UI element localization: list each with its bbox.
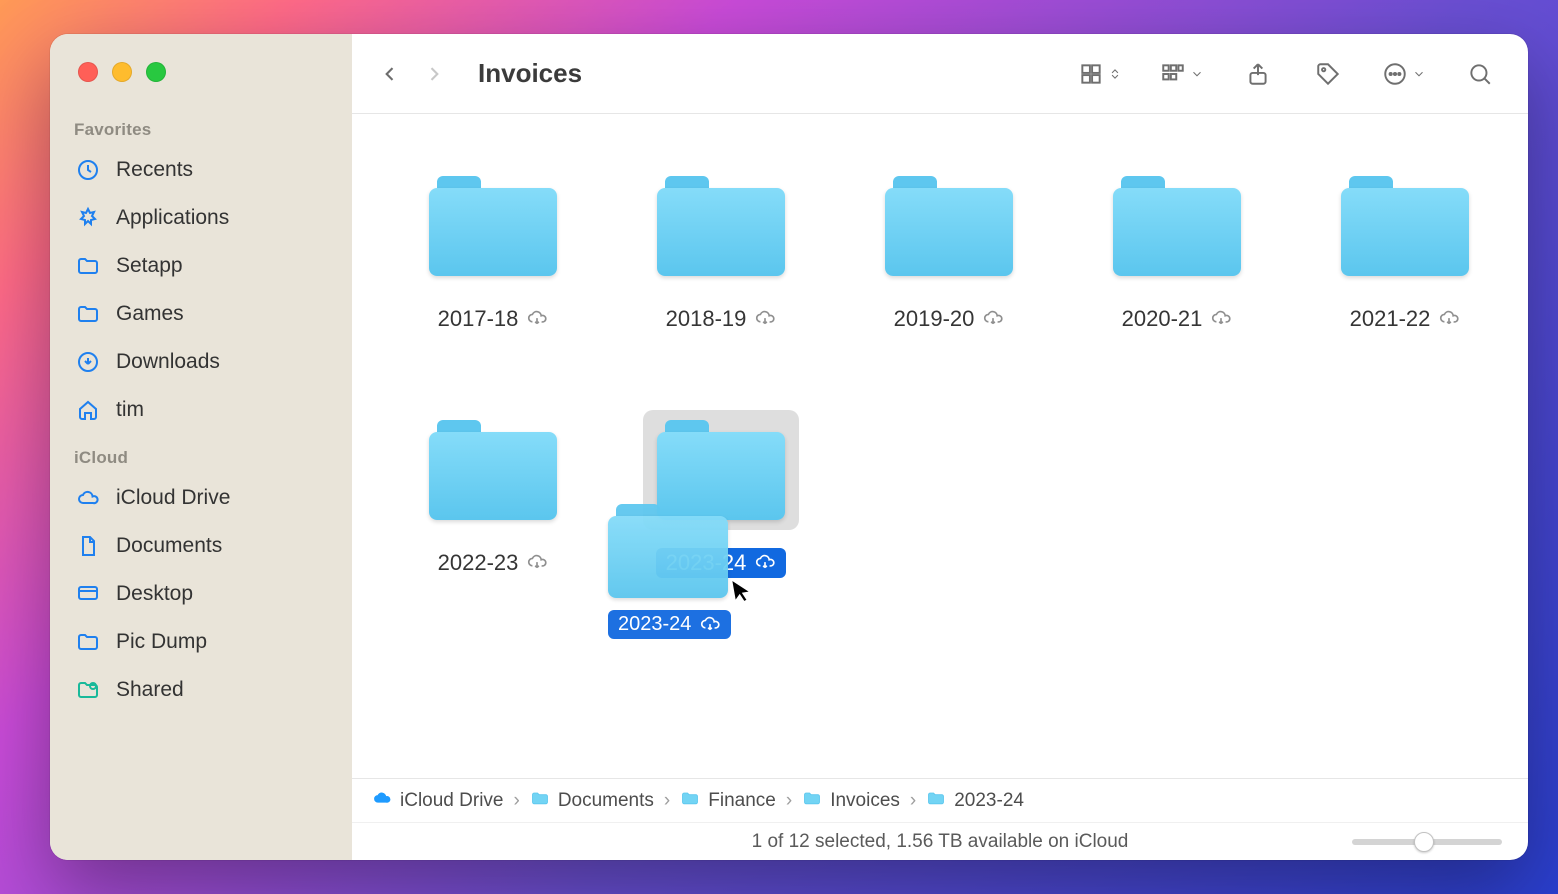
folder-item[interactable]: 2019-20 [864, 166, 1034, 334]
folder-label: 2021-22 [1340, 304, 1471, 334]
folder-item[interactable]: 2018-19 [636, 166, 806, 334]
path-crumb[interactable]: iCloud Drive [372, 788, 503, 814]
folder-label: 2023-24 [656, 548, 787, 578]
cloud-download-icon [754, 308, 776, 330]
sidebar-item-recents[interactable]: Recents [50, 146, 352, 194]
desktop-icon [74, 580, 102, 608]
download-icon [74, 348, 102, 376]
path-crumb[interactable]: Invoices [802, 788, 900, 814]
clock-icon [74, 156, 102, 184]
folder-label: 2020-21 [1112, 304, 1243, 334]
sidebar-item-label: Pic Dump [116, 630, 207, 654]
sidebar-section-favorites: Favorites [50, 106, 352, 146]
sidebar-item-desktop[interactable]: Desktop [50, 570, 352, 618]
sidebar-item-label: Setapp [116, 254, 183, 278]
folder-item[interactable]: 2022-23 [408, 410, 578, 578]
path-crumb[interactable]: Finance [680, 788, 776, 814]
folder-item[interactable]: 2021-22 [1320, 166, 1490, 334]
cloud-icon [74, 484, 102, 512]
sidebar-item-label: Documents [116, 534, 222, 558]
folder-icon [926, 788, 946, 814]
cloud-download-icon [982, 308, 1004, 330]
status-text: 1 of 12 selected, 1.56 TB available on i… [752, 831, 1129, 853]
tags-button[interactable] [1306, 52, 1350, 96]
folder-label: 2017-18 [428, 304, 559, 334]
folder-label: 2019-20 [884, 304, 1015, 334]
document-icon [74, 532, 102, 560]
path-crumb[interactable]: Documents [530, 788, 654, 814]
folder-icon [74, 252, 102, 280]
main-area: Invoices [352, 34, 1528, 860]
sidebar-item-setapp[interactable]: Setapp [50, 242, 352, 290]
cloud-download-icon [754, 552, 776, 574]
path-bar: iCloud Drive › Documents › Finance › Invoices ›… [352, 778, 1528, 822]
cloud-download-icon [1210, 308, 1232, 330]
forward-button[interactable] [414, 54, 454, 94]
back-button[interactable] [370, 54, 410, 94]
sidebar-item-icloud-drive[interactable]: iCloud Drive [50, 474, 352, 522]
path-separator: › [511, 790, 521, 812]
zoom-window-button[interactable] [146, 62, 166, 82]
cloud-download-icon [1438, 308, 1460, 330]
folder-item[interactable]: 2020-21 [1092, 166, 1262, 334]
sidebar-item-downloads[interactable]: Downloads [50, 338, 352, 386]
path-separator: › [908, 790, 918, 812]
sidebar-item-applications[interactable]: Applications [50, 194, 352, 242]
applications-icon [74, 204, 102, 232]
sidebar-item-pic-dump[interactable]: Pic Dump [50, 618, 352, 666]
sidebar-item-games[interactable]: Games [50, 290, 352, 338]
sidebar-item-documents[interactable]: Documents [50, 522, 352, 570]
search-button[interactable] [1458, 52, 1502, 96]
folder-icon [802, 788, 822, 814]
share-button[interactable] [1236, 52, 1280, 96]
close-window-button[interactable] [78, 62, 98, 82]
window-controls [50, 62, 352, 106]
folder-icon [680, 788, 700, 814]
folder-icon [74, 628, 102, 656]
nav-arrows [364, 54, 454, 94]
content-area[interactable]: 2012-132013-142014-152015-162016-17 2017… [352, 114, 1528, 778]
cloud-download-icon [526, 552, 548, 574]
folder-label: 2022-23 [428, 548, 559, 578]
folder-item[interactable]: 2023-24 [636, 410, 806, 578]
sidebar-item-shared[interactable]: Shared [50, 666, 352, 714]
sidebar-item-home[interactable]: tim [50, 386, 352, 434]
minimize-window-button[interactable] [112, 62, 132, 82]
sidebar-item-label: Games [116, 302, 184, 326]
sidebar-item-label: Desktop [116, 582, 193, 606]
cursor-icon [727, 574, 759, 616]
path-separator: › [784, 790, 794, 812]
path-crumb[interactable]: 2023-24 [926, 788, 1024, 814]
window-title: Invoices [478, 58, 582, 89]
sidebar-item-label: Applications [116, 206, 229, 230]
sidebar: Favorites Recents Applications Setapp Ga… [50, 34, 352, 860]
toolbar: Invoices [352, 34, 1528, 114]
path-separator: › [662, 790, 672, 812]
action-menu-button[interactable] [1376, 52, 1432, 96]
view-mode-button[interactable] [1072, 52, 1128, 96]
cloud-download-icon [699, 614, 721, 636]
shared-folder-icon [74, 676, 102, 704]
cloud-icon [372, 788, 392, 814]
cloud-download-icon [526, 308, 548, 330]
folder-icon [530, 788, 550, 814]
sidebar-item-label: iCloud Drive [116, 486, 230, 510]
drag-ghost-label: 2023-24 [618, 613, 691, 636]
folder-item[interactable]: 2017-18 [408, 166, 578, 334]
sidebar-item-label: Shared [116, 678, 184, 702]
home-icon [74, 396, 102, 424]
sidebar-item-label: Recents [116, 158, 193, 182]
folder-label: 2018-19 [656, 304, 787, 334]
sidebar-section-icloud: iCloud [50, 434, 352, 474]
folder-icon [74, 300, 102, 328]
finder-window: Favorites Recents Applications Setapp Ga… [50, 34, 1528, 860]
sidebar-item-label: Downloads [116, 350, 220, 374]
zoom-slider[interactable] [1352, 839, 1502, 845]
group-by-button[interactable] [1154, 52, 1210, 96]
sidebar-item-label: tim [116, 398, 144, 422]
status-bar: 1 of 12 selected, 1.56 TB available on i… [352, 822, 1528, 860]
